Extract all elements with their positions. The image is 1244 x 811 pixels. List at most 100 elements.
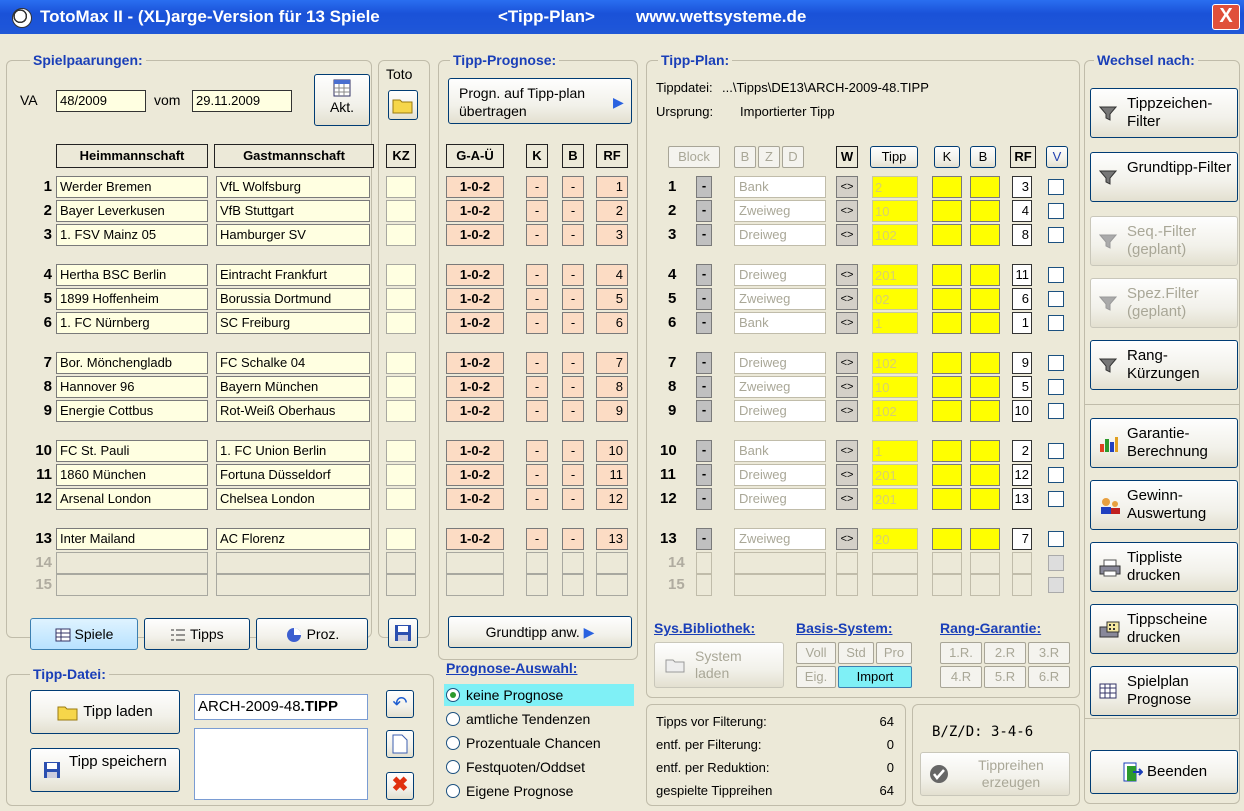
kz-field[interactable]	[386, 376, 416, 398]
prog-rf-field[interactable]	[596, 552, 628, 574]
gau-field[interactable]: 1-0-2	[446, 264, 504, 286]
block-toggle[interactable]: -	[696, 528, 712, 550]
block-header-button[interactable]: Block	[668, 146, 720, 168]
v-checkbox[interactable]	[1048, 227, 1064, 243]
plan-k-field[interactable]	[932, 176, 962, 198]
beenden-button[interactable]: Beenden	[1090, 750, 1238, 794]
kz-field[interactable]	[386, 224, 416, 246]
prog-b-field[interactable]: -	[562, 288, 584, 310]
prognose-option[interactable]: Prozentuale Chancen	[444, 732, 634, 754]
prog-rf-field[interactable]: 3	[596, 224, 628, 246]
prog-b-field[interactable]: -	[562, 400, 584, 422]
gau-field[interactable]: 1-0-2	[446, 464, 504, 486]
prog-rf-field[interactable]: 7	[596, 352, 628, 374]
block-toggle[interactable]: -	[696, 312, 712, 334]
kz-field[interactable]	[386, 352, 416, 374]
date-field[interactable]: 29.11.2009	[192, 90, 292, 112]
prog-rf-field[interactable]: 12	[596, 488, 628, 510]
tipp-field[interactable]: 201	[872, 488, 918, 510]
prog-b-field[interactable]: -	[562, 176, 584, 198]
kz-field[interactable]	[386, 440, 416, 462]
plan-k-field[interactable]	[932, 288, 962, 310]
close-button[interactable]: X	[1212, 4, 1240, 30]
wechsel-button-6[interactable]: Garantie-Berechnung	[1090, 418, 1238, 468]
home-team-field[interactable]: Hertha BSC Berlin	[56, 264, 208, 286]
tipp-filename-field[interactable]: ARCH-2009-48.TIPP	[194, 694, 368, 720]
away-team-field[interactable]: 1. FC Union Berlin	[216, 440, 370, 462]
prog-k-field[interactable]: -	[526, 528, 548, 550]
basis-system-button[interactable]: Pro	[876, 642, 912, 664]
block-toggle[interactable]	[696, 574, 712, 596]
swap-arrow-button[interactable]: <>	[836, 488, 858, 510]
progn-uebertragen-button[interactable]: Progn. auf Tipp-plan übertragen ▶	[448, 78, 632, 124]
v-checkbox[interactable]	[1048, 531, 1064, 547]
swap-arrow-button[interactable]: <>	[836, 400, 858, 422]
prog-rf-field[interactable]: 9	[596, 400, 628, 422]
plan-b-field[interactable]	[970, 440, 1000, 462]
home-team-field[interactable]	[56, 574, 208, 596]
prog-b-field[interactable]: -	[562, 464, 584, 486]
tipp-laden-button[interactable]: Tipp laden	[30, 690, 180, 734]
prog-b-field[interactable]: -	[562, 224, 584, 246]
away-team-field[interactable]: Rot-Weiß Oberhaus	[216, 400, 370, 422]
prog-b-field[interactable]	[562, 552, 584, 574]
radio-button[interactable]	[446, 712, 460, 726]
v-checkbox[interactable]	[1048, 203, 1064, 219]
away-team-field[interactable]: Chelsea London	[216, 488, 370, 510]
tipp-field[interactable]: 10	[872, 376, 918, 398]
wechsel-button-8[interactable]: Tippliste drucken	[1090, 542, 1238, 592]
v-checkbox[interactable]	[1048, 355, 1064, 371]
home-team-field[interactable]: 1899 Hoffenheim	[56, 288, 208, 310]
block-toggle[interactable]	[696, 552, 712, 574]
prog-b-field[interactable]: -	[562, 528, 584, 550]
swap-arrow-button[interactable]: <>	[836, 376, 858, 398]
v-header-button[interactable]: V	[1046, 146, 1068, 168]
plan-b-field[interactable]	[970, 224, 1000, 246]
plan-b-field[interactable]	[970, 312, 1000, 334]
plan-b-field[interactable]	[970, 176, 1000, 198]
rang-garantie-button[interactable]: 6.R	[1028, 666, 1070, 688]
home-team-field[interactable]: Hannover 96	[56, 376, 208, 398]
plan-k-field[interactable]	[932, 400, 962, 422]
home-team-field[interactable]: Inter Mailand	[56, 528, 208, 550]
kz-field[interactable]	[386, 528, 416, 550]
plan-b-field[interactable]	[970, 352, 1000, 374]
spiele-view-button[interactable]: Spiele	[30, 618, 138, 650]
wechsel-button-7[interactable]: Gewinn-Auswertung	[1090, 480, 1238, 530]
gau-field[interactable]: 1-0-2	[446, 352, 504, 374]
plan-b-field[interactable]	[970, 464, 1000, 486]
grundtipp-anw-button[interactable]: Grundtipp anw. ▶	[448, 616, 632, 648]
d-header-button[interactable]: D	[782, 146, 804, 168]
basis-system-button[interactable]: Std	[838, 642, 874, 664]
block-toggle[interactable]: -	[696, 440, 712, 462]
kz-field[interactable]	[386, 312, 416, 334]
plan-k-field[interactable]	[932, 528, 962, 550]
gau-field[interactable]	[446, 552, 504, 574]
tipp-notes-field[interactable]	[194, 728, 368, 800]
prog-rf-field[interactable]: 6	[596, 312, 628, 334]
away-team-field[interactable]: SC Freiburg	[216, 312, 370, 334]
prog-k-field[interactable]: -	[526, 264, 548, 286]
gau-field[interactable]: 1-0-2	[446, 488, 504, 510]
plan-k-field[interactable]	[932, 200, 962, 222]
radio-button[interactable]	[446, 784, 460, 798]
system-laden-button[interactable]: System laden	[654, 642, 784, 688]
basis-system-button[interactable]: Voll	[796, 642, 836, 664]
tipp-field[interactable]: 1	[872, 440, 918, 462]
away-team-field[interactable]: Hamburger SV	[216, 224, 370, 246]
v-checkbox[interactable]	[1048, 443, 1064, 459]
swap-arrow-button[interactable]: <>	[836, 528, 858, 550]
away-team-field[interactable]	[216, 574, 370, 596]
home-team-field[interactable]: 1860 München	[56, 464, 208, 486]
prog-rf-field[interactable]: 2	[596, 200, 628, 222]
plan-b-field[interactable]	[970, 552, 1000, 574]
prog-rf-field[interactable]: 10	[596, 440, 628, 462]
basis-system-button[interactable]: Import	[838, 666, 912, 688]
v-checkbox[interactable]	[1048, 491, 1064, 507]
prog-b-field[interactable]	[562, 574, 584, 596]
tipp-field[interactable]: 2	[872, 176, 918, 198]
away-team-field[interactable]: VfL Wolfsburg	[216, 176, 370, 198]
plan-b-field[interactable]	[970, 400, 1000, 422]
v-checkbox[interactable]	[1048, 555, 1064, 571]
home-team-field[interactable]: Bor. Mönchengladb	[56, 352, 208, 374]
